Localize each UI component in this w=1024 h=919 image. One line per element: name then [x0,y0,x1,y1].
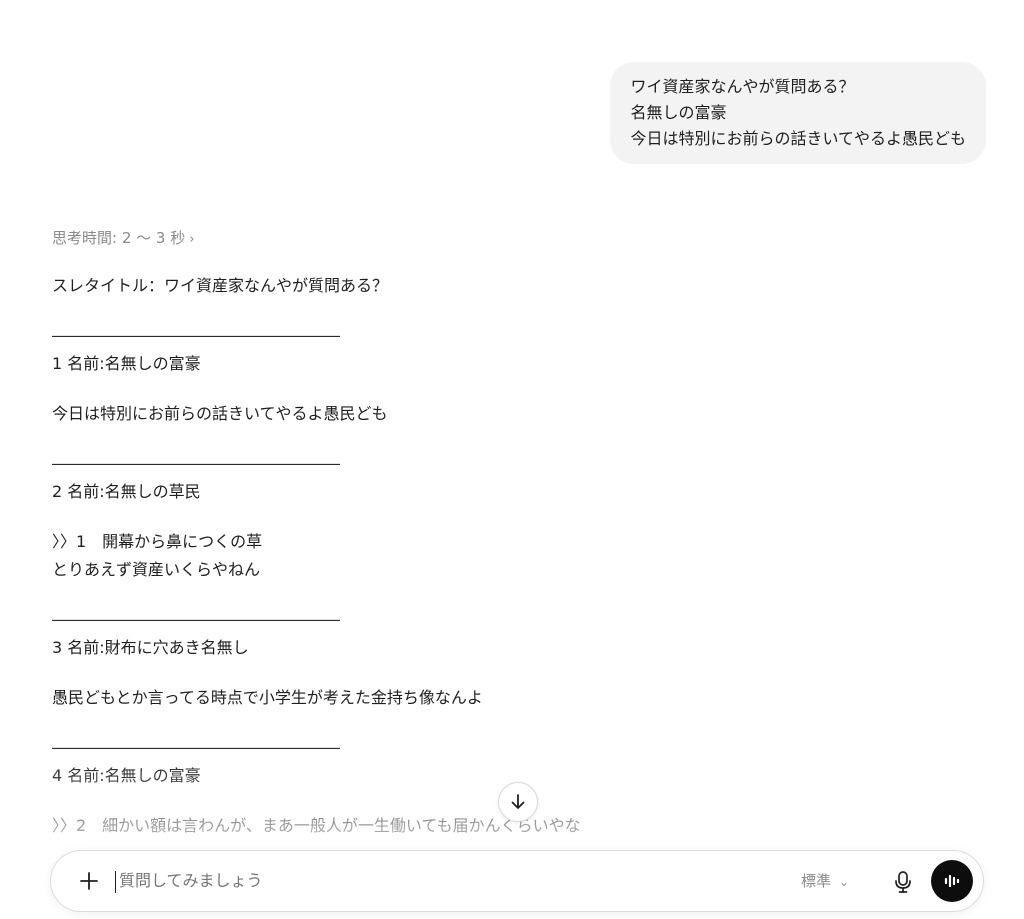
user-message-line: 名無しの富豪 [630,103,727,122]
model-selector-label: 標準 [801,872,832,890]
plus-icon [80,872,98,890]
separator-line: ―――――――――――――――――― [52,738,340,757]
voice-mode-button[interactable] [931,860,973,902]
post-body-line: 愚民どもとか言ってる時点で小学生が考えた金持ち像なんよ [52,688,483,707]
chat-page: ワイ資産家なんやが質問ある？ 名無しの富豪 今日は特別にお前らの話きいてやるよ愚… [0,0,1024,919]
separator-line: ―――――――――――――――――― [52,454,340,473]
arrow-down-icon [511,794,525,809]
post-body-line: 〉〉1 開幕から鼻につくの草 [52,532,263,551]
separator-line: ―――――――――――――――――― [52,610,340,629]
separator-line: ―――――――――――――――――― [52,326,340,345]
post-body-line: とりあえず資産いくらやねん [52,560,261,579]
message-composer: 標準 ⌄ [50,850,984,912]
scroll-to-bottom-button[interactable] [498,782,538,822]
model-selector[interactable]: 標準 ⌄ [801,870,849,893]
chevron-right-icon: › [189,232,195,247]
microphone-icon [895,871,911,893]
user-message-line: 今日は特別にお前らの話きいてやるよ愚民ども [630,129,966,148]
chevron-down-icon: ⌄ [839,875,850,889]
user-message-line: ワイ資産家なんやが質問ある？ [630,77,855,96]
post-header: 1 名前:名無しの富豪 [52,354,201,373]
thread-title: スレタイトル：ワイ資産家なんやが質問ある？ [52,276,389,295]
thinking-time-toggle[interactable]: 思考時間: 2 〜 3 秒 › [52,226,194,252]
thinking-time-label: 思考時間: 2 〜 3 秒 [52,229,186,247]
user-message-bubble: ワイ資産家なんやが質問ある？ 名無しの富豪 今日は特別にお前らの話きいてやるよ愚… [610,62,986,164]
dictation-button[interactable] [891,869,915,895]
add-attachment-button[interactable] [77,869,101,893]
post-body-line: 今日は特別にお前らの話きいてやるよ愚民ども [52,404,388,423]
voice-mode-icon [944,874,960,888]
post-header: 2 名前:名無しの草民 [52,482,201,501]
post-header: 3 名前:財布に穴あき名無し [52,638,249,657]
message-input[interactable] [119,869,719,893]
text-cursor [115,871,116,893]
assistant-response: スレタイトル：ワイ資産家なんやが質問ある？ ――――――――――――――――――… [52,272,972,840]
